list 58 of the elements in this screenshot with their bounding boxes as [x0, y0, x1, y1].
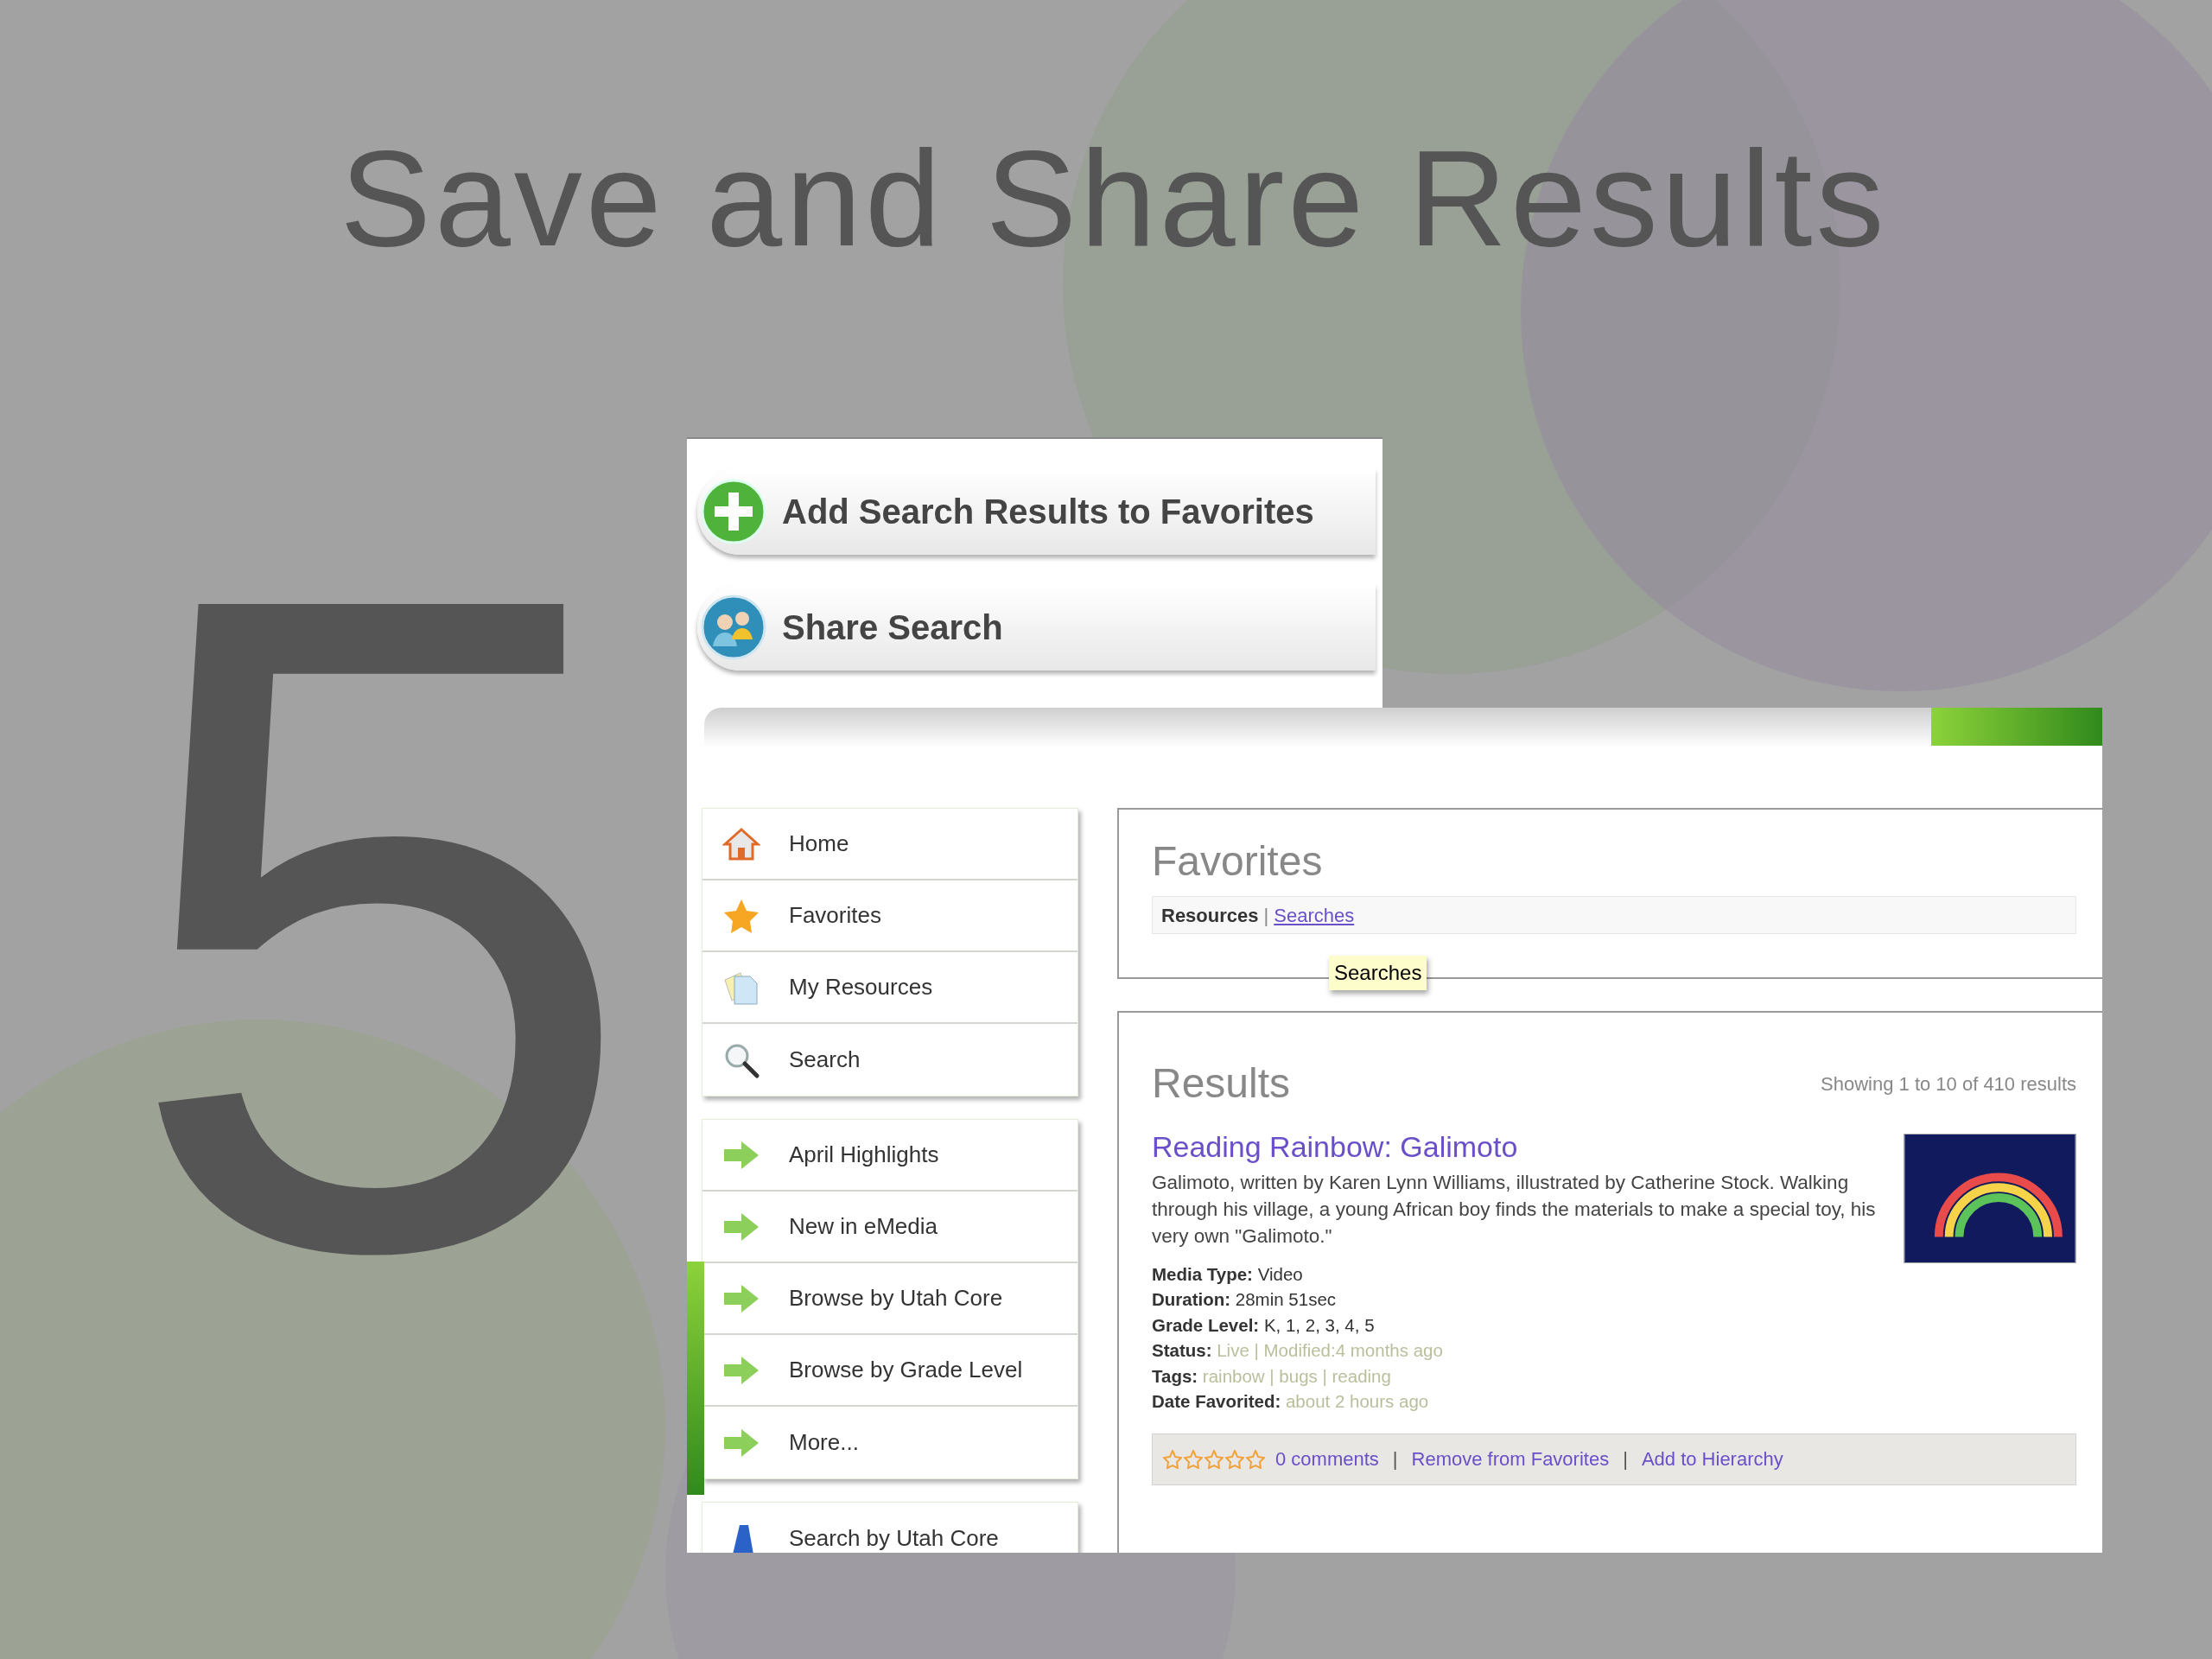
link-separator: |	[1622, 1447, 1629, 1471]
menu-item[interactable]: Home	[702, 809, 1077, 880]
menu-item[interactable]: My Resources	[702, 952, 1077, 1024]
menu-item[interactable]: Browse by Grade Level	[702, 1335, 1077, 1407]
arrow-icon	[722, 1211, 760, 1243]
tab-separator: |	[1263, 903, 1269, 928]
people-icon	[701, 594, 766, 660]
result-field: Tags: rainbow | bugs | reading	[1152, 1363, 1878, 1389]
menu-item[interactable]: Browse by Utah Core	[702, 1263, 1077, 1335]
menu-label: Search by Utah Core	[789, 1524, 999, 1553]
result-title-link[interactable]: Reading Rainbow: Galimoto	[1152, 1128, 1878, 1166]
menu-item[interactable]: Favorites	[702, 880, 1077, 952]
favorites-heading: Favorites	[1152, 837, 1324, 886]
results-heading: Results	[1152, 1059, 1291, 1108]
result-field: Media Type: Video	[1152, 1261, 1878, 1287]
house-icon	[722, 826, 760, 861]
rating-stars[interactable]	[1163, 1449, 1265, 1469]
star-icon	[1184, 1449, 1203, 1469]
menu-label: Browse by Grade Level	[789, 1356, 1023, 1384]
result-field: Status: Live | Modified:4 months ago	[1152, 1338, 1878, 1363]
result-field: Duration: 28min 51sec	[1152, 1287, 1878, 1313]
result-action-link[interactable]: Remove from Favorites	[1411, 1445, 1610, 1473]
menu-item[interactable]: Search by Utah Core	[702, 1503, 1077, 1553]
star-icon	[1163, 1449, 1182, 1469]
action-button[interactable]: Add Search Results to Favorites	[697, 468, 1376, 555]
star-icon	[1225, 1449, 1244, 1469]
plus-icon	[701, 479, 766, 544]
menu-label: Browse by Utah Core	[789, 1284, 1003, 1313]
menu-label: Search	[789, 1046, 861, 1074]
menu-label: My Resources	[789, 973, 933, 1001]
result-description: Galimoto, written by Karen Lynn Williams, illustrated by Catherine Stock. Walking through his village, a young African boy finds the materials to make a special toy, his very own "Galimoto."	[1152, 1170, 1877, 1249]
arrow-icon	[722, 1282, 760, 1314]
menu-label: April Highlights	[789, 1141, 939, 1169]
star-icon	[1205, 1449, 1224, 1469]
result-action-link[interactable]: Add to Hierarchy	[1641, 1445, 1783, 1473]
menu-item[interactable]: New in eMedia	[702, 1192, 1077, 1263]
slide-number: 5	[121, 550, 641, 1296]
favorites-tab[interactable]: Searches	[1274, 900, 1355, 930]
arrow-icon	[722, 1427, 760, 1459]
arrow-icon	[722, 1354, 760, 1386]
result-action-link[interactable]: 0 comments	[1275, 1445, 1379, 1473]
menu-item[interactable]: Search	[702, 1024, 1077, 1096]
result-field: Date Favorited: about 2 hours ago	[1152, 1389, 1878, 1414]
menu-item[interactable]: More...	[702, 1407, 1077, 1478]
link-separator: |	[1391, 1447, 1399, 1471]
menu-item[interactable]: April Highlights	[702, 1120, 1077, 1192]
menu-label: More...	[789, 1428, 859, 1457]
arrow-icon	[722, 1139, 760, 1171]
menu-label: Home	[789, 830, 849, 858]
menu-label: Favorites	[789, 901, 881, 930]
slide-title: Save and Share Results	[340, 130, 1888, 266]
action-button[interactable]: Share Search	[697, 584, 1376, 671]
tooltip: Searches	[1329, 956, 1427, 990]
result-field: Grade Level: K, 1, 2, 3, 4, 5	[1152, 1312, 1878, 1338]
star-icon	[1246, 1449, 1265, 1469]
results-count: Showing 1 to 10 of 410 results	[1821, 1071, 2076, 1096]
menu-label: New in eMedia	[789, 1212, 938, 1241]
favorites-tab[interactable]: Resources	[1161, 900, 1259, 930]
